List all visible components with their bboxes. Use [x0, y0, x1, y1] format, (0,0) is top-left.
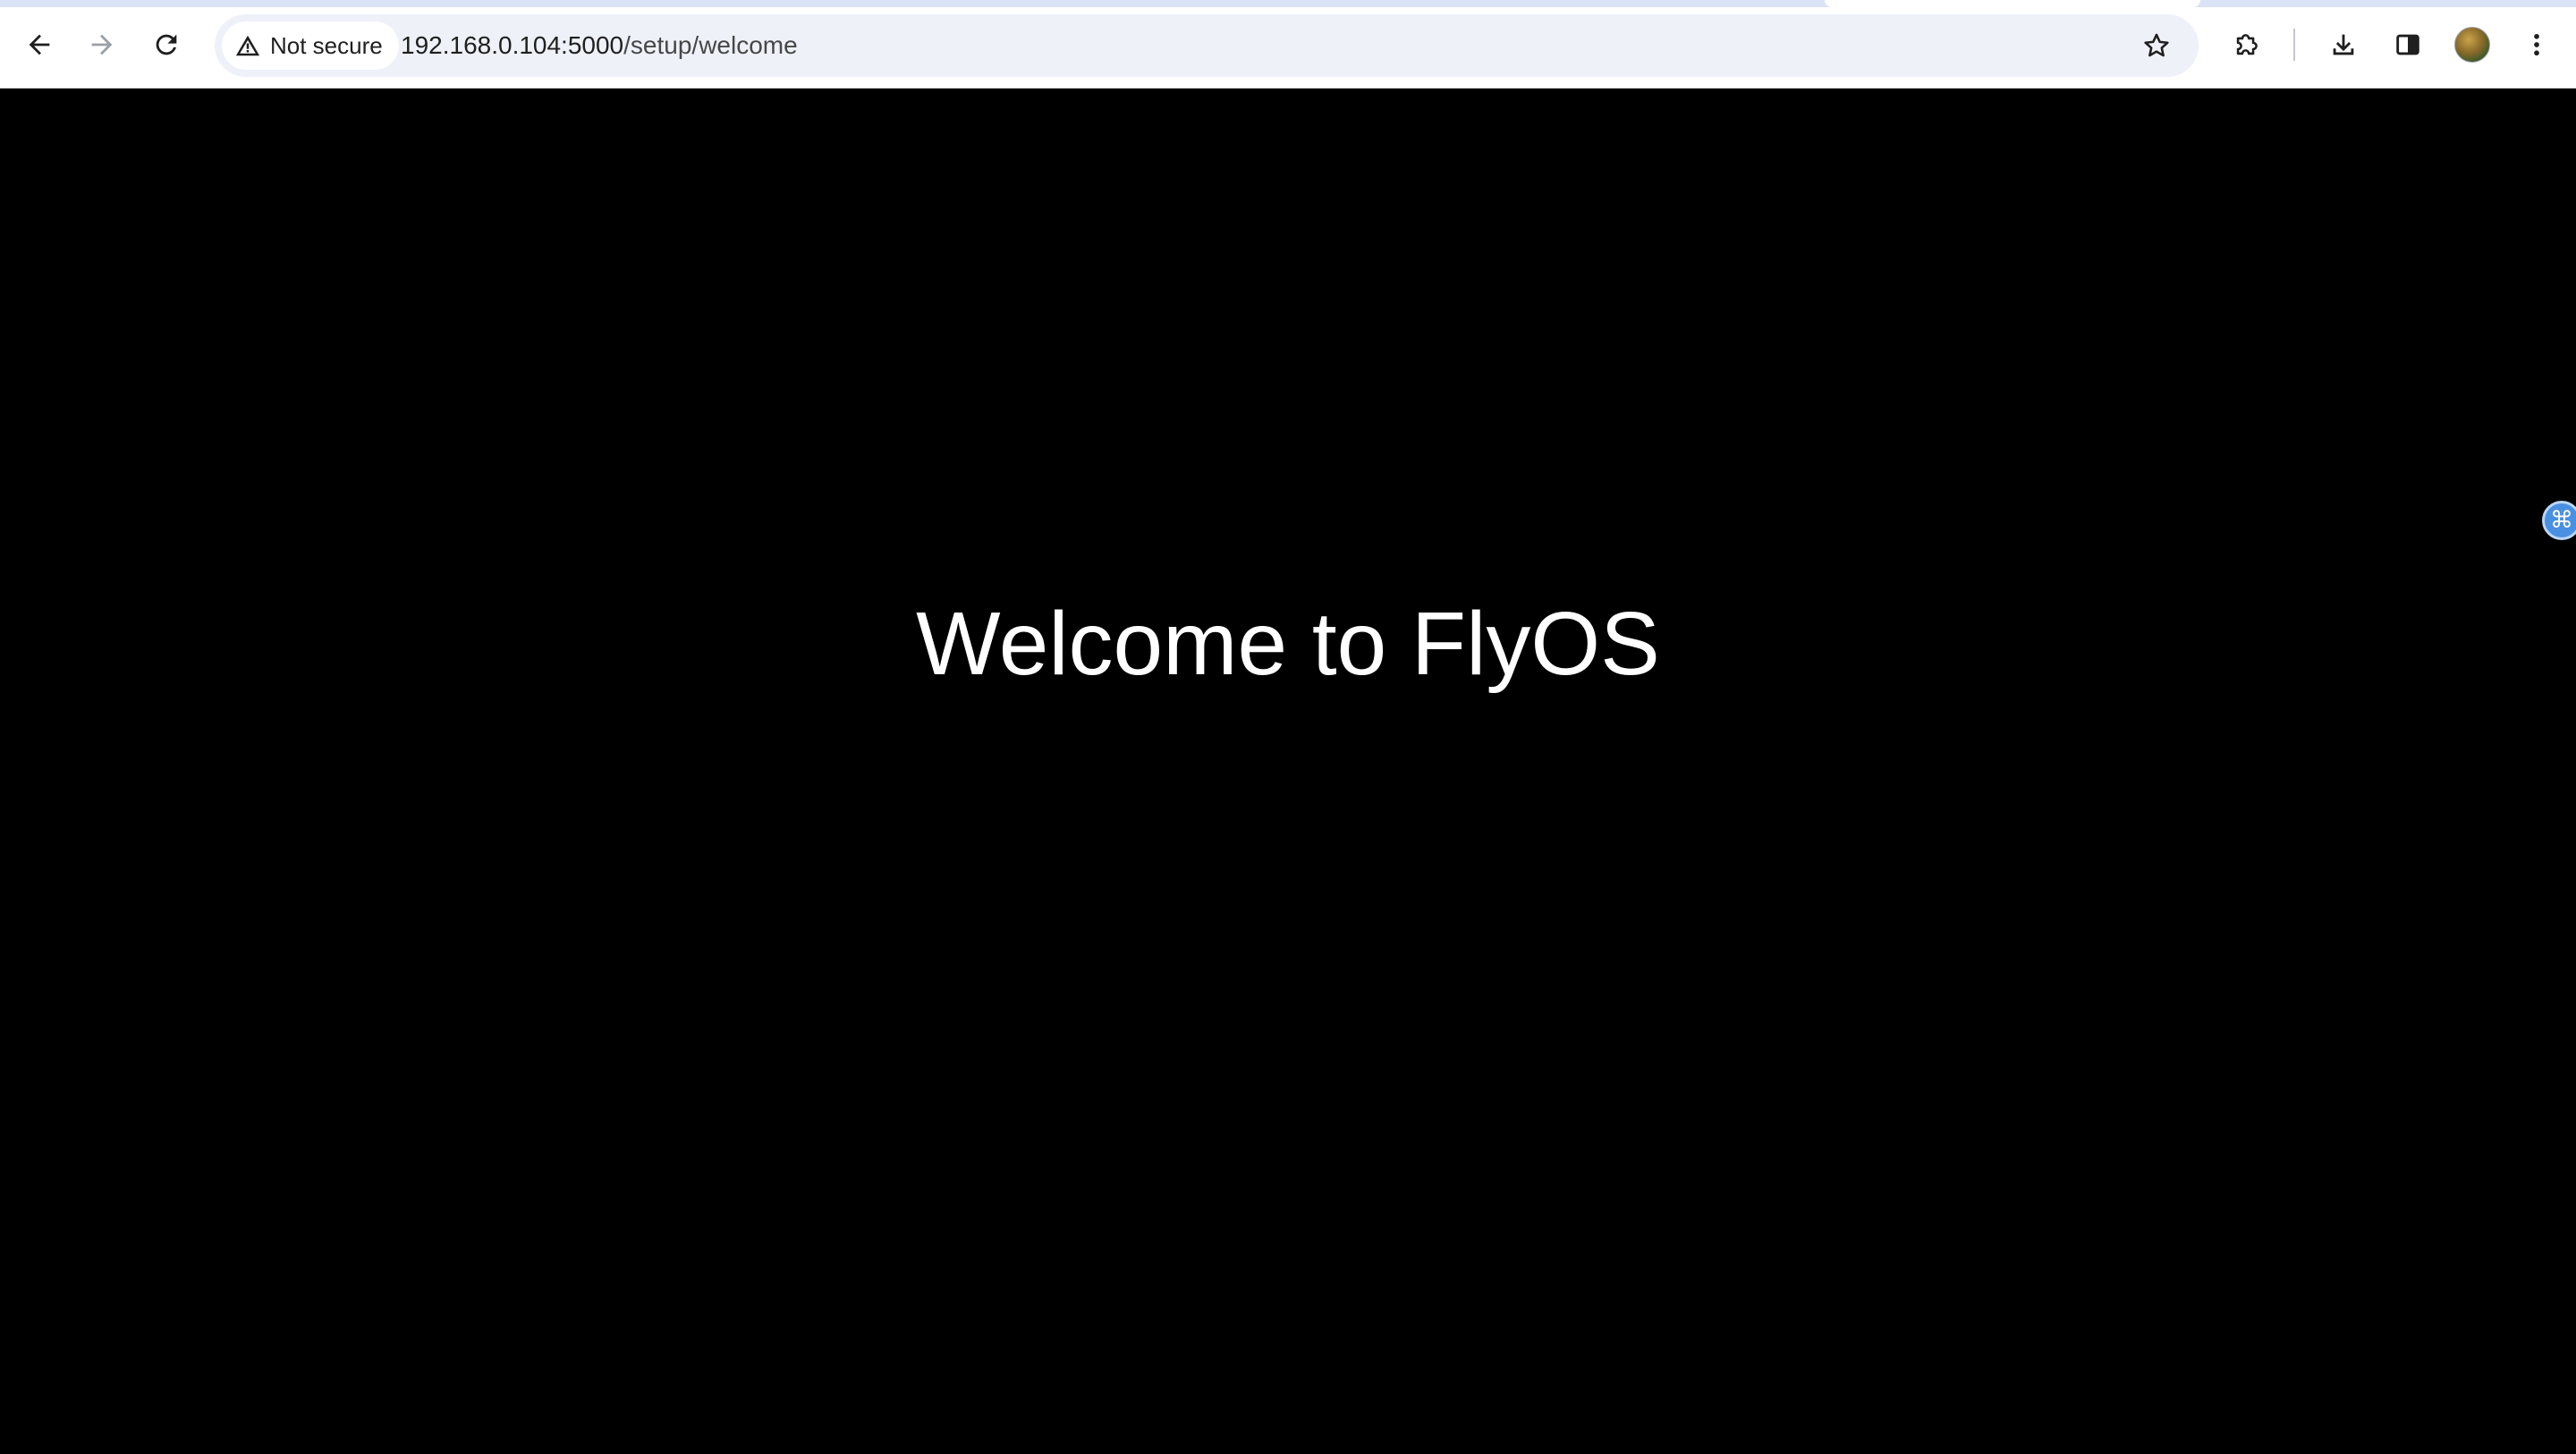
forward-arrow-icon [91, 34, 113, 55]
extensions-button[interactable] [2222, 20, 2272, 70]
side-panel-button[interactable] [2383, 20, 2433, 70]
url-path: /setup/welcome [623, 31, 798, 59]
address-bar[interactable]: Not secure 192.168.0.104:5000/setup/welc… [215, 14, 2199, 77]
avatar[interactable] [2454, 27, 2490, 63]
page-title: Welcome to FlyOS [916, 594, 1660, 694]
security-label: Not secure [270, 31, 383, 59]
url-host: 192.168.0.104:5000 [401, 31, 624, 59]
page-content [0, 89, 2576, 1454]
reload-button[interactable] [141, 20, 191, 70]
puzzle-piece-icon [2236, 34, 2258, 55]
active-tab-edge[interactable] [1825, 0, 2200, 7]
command-widget[interactable]: ⌘ [2542, 501, 2576, 540]
warning-triangle-icon [235, 35, 260, 56]
toolbar-divider [2293, 29, 2295, 61]
browser-toolbar: Not secure 192.168.0.104:5000/setup/welc… [0, 0, 2576, 89]
forward-button[interactable] [77, 20, 127, 70]
back-button[interactable] [14, 20, 64, 70]
downloads-button[interactable] [2318, 20, 2368, 70]
reload-icon [156, 34, 177, 55]
kebab-menu-icon [2534, 33, 2539, 56]
bookmark-button[interactable] [2132, 21, 2181, 70]
side-panel-icon [2396, 34, 2419, 55]
browser-menu-button[interactable] [2512, 20, 2562, 70]
url-text[interactable]: 192.168.0.104:5000/setup/welcome [401, 14, 798, 77]
command-icon: ⌘ [2550, 507, 2573, 534]
security-indicator[interactable]: Not secure [222, 21, 399, 70]
download-icon [2333, 34, 2354, 55]
back-arrow-icon [29, 34, 50, 55]
star-icon [2144, 33, 2169, 57]
